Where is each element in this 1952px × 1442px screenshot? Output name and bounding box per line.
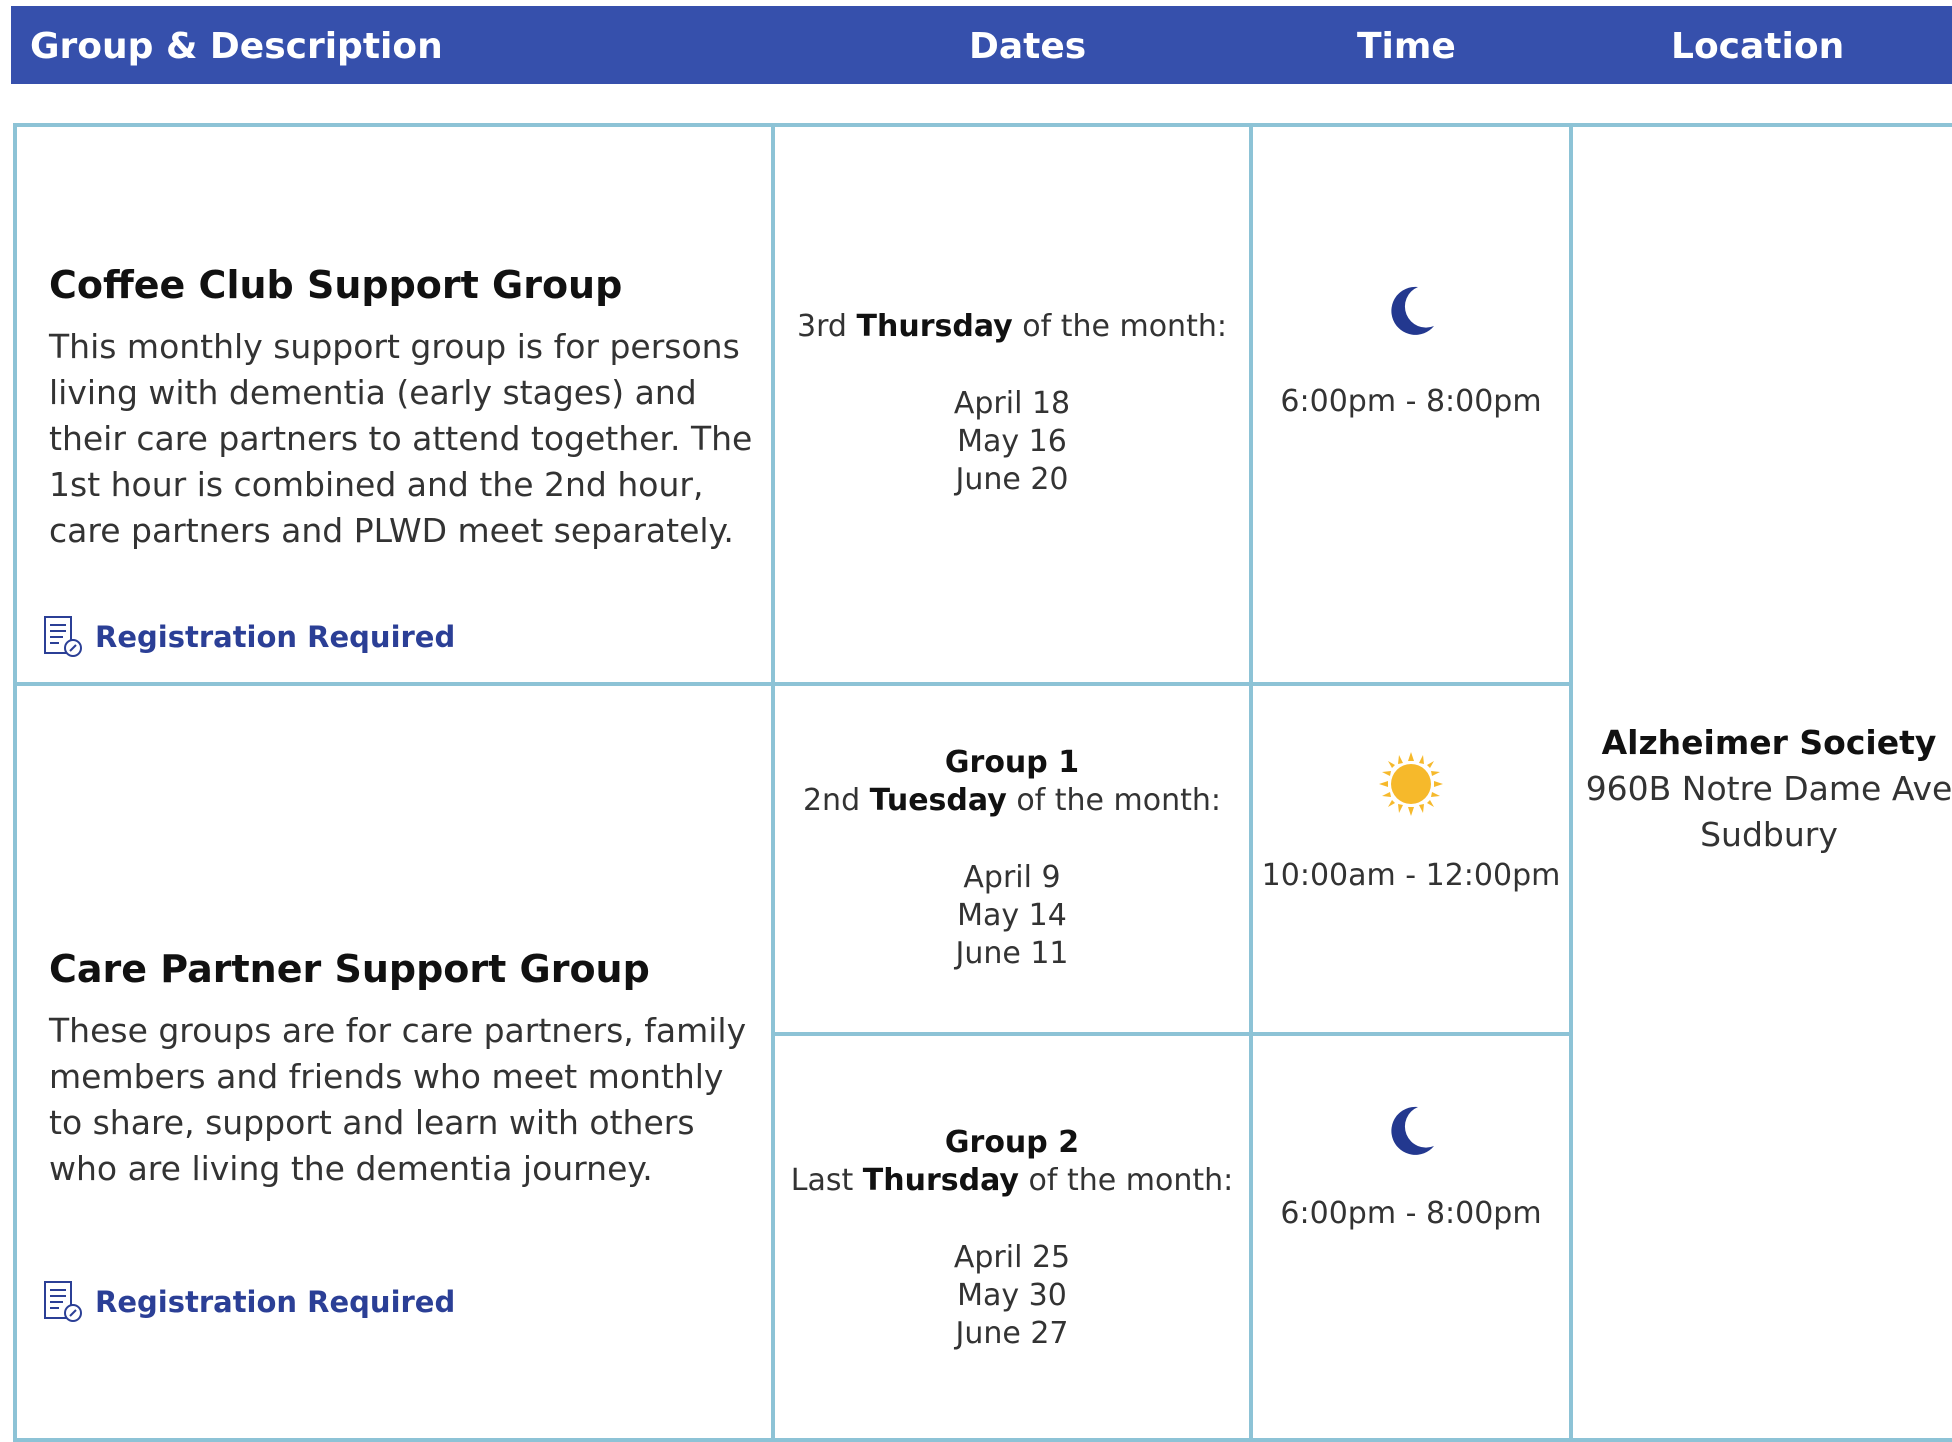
date-item: May 14	[957, 898, 1067, 933]
header-dates: Dates	[969, 26, 1087, 67]
subgroup-name: Group 2	[944, 1125, 1080, 1160]
schedule-prefix: 3rd	[797, 309, 847, 344]
date-item: June 27	[955, 1316, 1069, 1351]
schedule-prefix: Last	[790, 1163, 854, 1198]
group1-dates-cell: Group 1 2nd Tuesday of the month: April …	[771, 682, 1253, 1036]
coffee-club-description-cell: Coffee Club Support Group This monthly s…	[13, 123, 775, 686]
registration-required-link[interactable]: Registration Required	[43, 1280, 455, 1324]
sun-icon	[1379, 752, 1443, 816]
moon-icon	[1391, 1106, 1434, 1155]
schedule-suffix: of the month:	[1022, 309, 1227, 344]
registration-label: Registration Required	[95, 620, 456, 654]
registration-required-link[interactable]: Registration Required	[43, 615, 455, 659]
location-name: Alzheimer Society	[1601, 723, 1937, 762]
date-item: June 20	[955, 462, 1069, 497]
header-group-description: Group & Description	[30, 26, 443, 67]
schedule-day: Tuesday	[869, 783, 1007, 818]
date-item: May 30	[957, 1278, 1067, 1313]
subgroup-schedule: Group 1 2nd Tuesday of the month:	[775, 744, 1249, 820]
schedule-suffix: of the month:	[1028, 1163, 1234, 1198]
care-partner-description-cell: Care Partner Support Group These groups …	[13, 682, 775, 1442]
schedule-line: 3rd Thursday of the month:	[775, 308, 1249, 346]
time-range: 6:00pm - 8:00pm	[1280, 1196, 1542, 1231]
group-title: Coffee Club Support Group	[49, 263, 623, 307]
date-item: May 16	[957, 424, 1067, 459]
registration-form-icon	[44, 1281, 82, 1322]
coffee-club-dates-cell: 3rd Thursday of the month: April 18 May …	[771, 123, 1253, 686]
date-item: April 18	[953, 386, 1071, 421]
registration-label: Registration Required	[95, 1285, 456, 1319]
group-title: Care Partner Support Group	[49, 947, 650, 991]
registration-form-icon	[44, 616, 82, 657]
date-list: April 9 May 14 June 11	[775, 859, 1249, 973]
group-description: This monthly support group is for person…	[49, 327, 753, 550]
header-location: Location	[1671, 26, 1845, 67]
location-cell: Alzheimer Society 960B Notre Dame Ave Su…	[1569, 123, 1952, 1442]
group2-dates-cell: Group 2 Last Thursday of the month: Apri…	[771, 1032, 1253, 1442]
header-time: Time	[1357, 26, 1456, 67]
date-item: June 11	[955, 936, 1069, 971]
date-list: April 18 May 16 June 20	[775, 385, 1249, 499]
location-address: 960B Notre Dame Ave	[1585, 769, 1952, 808]
date-item: April 9	[963, 860, 1061, 895]
coffee-club-time-cell: 6:00pm - 8:00pm	[1249, 123, 1573, 686]
schedule-day: Thursday	[856, 309, 1013, 344]
location-block: Alzheimer Society 960B Notre Dame Ave Su…	[1573, 720, 1952, 858]
group2-time-cell: 6:00pm - 8:00pm	[1249, 1032, 1573, 1442]
time-range: 6:00pm - 8:00pm	[1280, 384, 1542, 419]
subgroup-schedule: Group 2 Last Thursday of the month:	[775, 1124, 1249, 1200]
group-description: These groups are for care partners, fami…	[49, 1011, 747, 1188]
moon-icon	[1391, 286, 1434, 335]
date-list: April 25 May 30 June 27	[775, 1239, 1249, 1353]
table-header: Group & Description Dates Time Location	[11, 6, 1952, 84]
subgroup-name: Group 1	[944, 745, 1080, 780]
time-range: 10:00am - 12:00pm	[1261, 858, 1561, 893]
group1-time-cell: 10:00am - 12:00pm	[1249, 682, 1573, 1036]
schedule-suffix: of the month:	[1016, 783, 1222, 818]
date-item: April 25	[953, 1240, 1071, 1275]
schedule-prefix: 2nd	[802, 783, 861, 818]
schedule-day: Thursday	[862, 1163, 1019, 1198]
location-city: Sudbury	[1700, 815, 1838, 854]
